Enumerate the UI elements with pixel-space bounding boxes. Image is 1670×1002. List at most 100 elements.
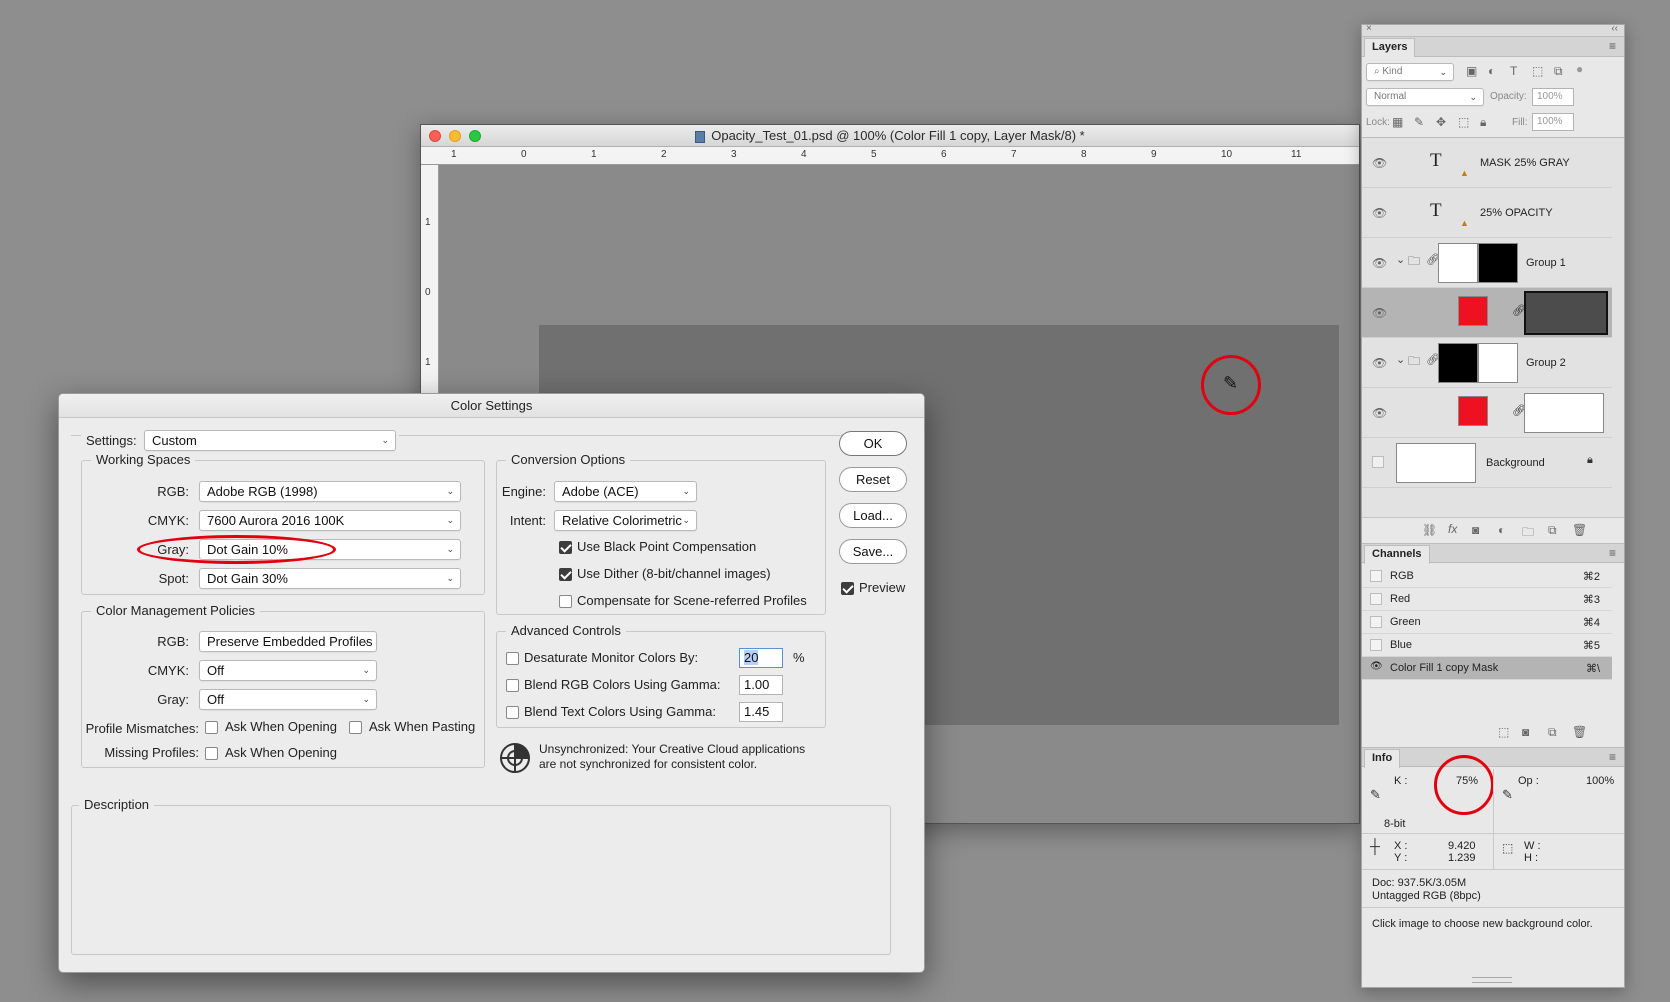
channel-row[interactable]: RGB ⌘2	[1362, 565, 1612, 588]
visibility-eye-icon[interactable]: 👁︎	[1372, 206, 1387, 220]
blend-mode-select[interactable]: Normal ⌄	[1366, 88, 1484, 106]
collapse-icon[interactable]: ‹‹	[1611, 25, 1618, 34]
visibility-eye-icon[interactable]: 👁︎	[1372, 156, 1387, 170]
visibility-eye-icon[interactable]: 👁︎	[1372, 306, 1387, 320]
shape-filter-icon[interactable]: ⬚	[1532, 64, 1543, 78]
lock-artboard-icon[interactable]: ⬚	[1458, 115, 1469, 129]
layer-row-selected[interactable]: 👁︎ 🔗︎	[1362, 288, 1612, 338]
ws-cmyk-value: 7600 Aurora 2016 100K	[207, 513, 345, 528]
ws-cmyk-select[interactable]: 7600 Aurora 2016 100K ⌄	[199, 510, 461, 531]
new-group-icon[interactable]: 🗀︎	[1522, 523, 1534, 544]
lock-position-icon[interactable]: ✥	[1436, 115, 1446, 129]
visibility-eye-icon[interactable]: 👁︎	[1372, 256, 1387, 270]
visibility-toggle[interactable]	[1370, 593, 1382, 605]
dither-checkbox[interactable]	[559, 568, 572, 581]
intent-select[interactable]: Relative Colorimetric ⌄	[554, 510, 697, 531]
visibility-eye-icon[interactable]: 👁︎	[1370, 662, 1383, 674]
pol-rgb-select[interactable]: Preserve Embedded Profiles ⌄	[199, 631, 377, 652]
close-button[interactable]	[429, 130, 441, 142]
channel-row[interactable]: Blue ⌘5	[1362, 634, 1612, 657]
layer-row[interactable]: 👁︎ ⌄ 🗀︎ 🔗︎ Group 1	[1362, 238, 1612, 288]
trash-icon[interactable]: 🗑︎	[1572, 523, 1587, 537]
missing-ask-when-opening-checkbox[interactable]	[205, 747, 218, 760]
blend-rgb-checkbox[interactable]	[506, 679, 519, 692]
tab-info[interactable]: Info	[1364, 749, 1401, 768]
adjustment-filter-icon[interactable]: ◐	[1488, 64, 1495, 78]
blend-rgb-input[interactable]: 1.00	[739, 675, 783, 695]
chevron-down-icon[interactable]: ⌄	[1396, 353, 1405, 366]
desaturate-input[interactable]: 20	[739, 648, 783, 668]
visibility-toggle[interactable]	[1370, 639, 1382, 651]
channel-row-selected[interactable]: 👁︎ Color Fill 1 copy Mask ⌘\	[1362, 657, 1612, 680]
save-button[interactable]: Save...	[839, 539, 907, 564]
tab-layers[interactable]: Layers	[1364, 38, 1416, 57]
blend-text-input[interactable]: 1.45	[739, 702, 783, 722]
lock-all-icon[interactable]: 🔒︎	[1480, 115, 1486, 130]
ws-rgb-select[interactable]: Adobe RGB (1998) ⌄	[199, 481, 461, 502]
minimize-button[interactable]	[449, 130, 461, 142]
visibility-toggle[interactable]	[1370, 616, 1382, 628]
channel-row[interactable]: Green ⌘4	[1362, 611, 1612, 634]
fill-input[interactable]: 100%	[1532, 113, 1574, 131]
smart-object-filter-icon[interactable]: ⧉	[1554, 64, 1563, 79]
fill-label: Fill:	[1512, 117, 1528, 128]
pol-cmyk-select[interactable]: Off ⌄	[199, 660, 377, 681]
ask-when-pasting-checkbox[interactable]	[349, 721, 362, 734]
zoom-button[interactable]	[469, 130, 481, 142]
filter-toggle-icon[interactable]: ●	[1576, 62, 1583, 76]
ws-spot-select[interactable]: Dot Gain 30% ⌄	[199, 568, 461, 589]
load-selection-icon[interactable]: ⬚	[1498, 725, 1509, 739]
layer-row[interactable]: 👁︎ T ▲ 25% OPACITY	[1362, 188, 1612, 238]
blend-text-checkbox[interactable]	[506, 706, 519, 719]
channel-row[interactable]: Red ⌘3	[1362, 588, 1612, 611]
chevron-down-icon: ⌄	[446, 544, 454, 554]
scene-referred-checkbox[interactable]	[559, 595, 572, 608]
reset-button[interactable]: Reset	[839, 467, 907, 492]
ok-button[interactable]: OK	[839, 431, 907, 456]
ask-when-opening-checkbox[interactable]	[205, 721, 218, 734]
link-layers-icon[interactable]: ⛓︎	[1422, 523, 1437, 537]
chevron-down-icon[interactable]: ⌄	[1396, 253, 1405, 266]
visibility-toggle[interactable]	[1372, 456, 1384, 468]
close-icon[interactable]: ×	[1366, 25, 1372, 34]
pol-gray-select[interactable]: Off ⌄	[199, 689, 377, 710]
layer-row[interactable]: 👁︎ T ▲ MASK 25% GRAY	[1362, 138, 1612, 188]
preview-checkbox[interactable]	[841, 582, 854, 595]
layer-row[interactable]: Background 🔒︎	[1362, 438, 1612, 488]
opacity-input[interactable]: 100%	[1532, 88, 1574, 106]
horizontal-ruler[interactable]: 1 0 1 2 3 4 5 6 7 8 9 10 11	[421, 147, 1359, 165]
engine-value: Adobe (ACE)	[562, 484, 639, 499]
kind-filter-select[interactable]: ⌕ Kind ⌄	[1366, 63, 1454, 81]
visibility-eye-icon[interactable]: 👁︎	[1372, 356, 1387, 370]
layer-row[interactable]: 👁︎ 🔗︎	[1362, 388, 1612, 438]
tab-channels[interactable]: Channels	[1364, 545, 1430, 564]
advanced-title: Advanced Controls	[506, 623, 626, 638]
visibility-eye-icon[interactable]: 👁︎	[1372, 406, 1387, 420]
channel-shortcut: ⌘2	[1582, 571, 1600, 583]
layer-row[interactable]: 👁︎ ⌄ 🗀︎ 🔗︎ Group 2	[1362, 338, 1612, 388]
adjustment-layer-icon[interactable]: ◐	[1498, 523, 1505, 537]
image-filter-icon[interactable]: ▣	[1466, 64, 1477, 78]
lock-transparency-icon[interactable]: ▦	[1392, 115, 1403, 129]
lock-pixels-icon[interactable]: ✎	[1414, 115, 1424, 129]
dither-label: Use Dither (8-bit/channel images)	[577, 566, 771, 581]
save-selection-icon[interactable]: ◙	[1522, 725, 1529, 739]
working-spaces-title: Working Spaces	[91, 452, 196, 467]
black-point-checkbox[interactable]	[559, 541, 572, 554]
type-filter-icon[interactable]: T	[1510, 64, 1517, 78]
panel-menu-icon[interactable]: ≡	[1609, 546, 1616, 560]
visibility-toggle[interactable]	[1370, 570, 1382, 582]
desaturate-checkbox[interactable]	[506, 652, 519, 665]
panel-menu-icon[interactable]: ≡	[1609, 750, 1616, 764]
load-button[interactable]: Load...	[839, 503, 907, 528]
chevron-down-icon: ⌄	[682, 515, 690, 525]
engine-select[interactable]: Adobe (ACE) ⌄	[554, 481, 697, 502]
panel-menu-icon[interactable]: ≡	[1609, 39, 1616, 53]
resize-grip[interactable]	[1472, 977, 1512, 983]
new-channel-icon[interactable]: ⧉	[1548, 725, 1557, 740]
trash-icon[interactable]: 🗑︎	[1572, 725, 1587, 739]
add-mask-icon[interactable]: ◙	[1472, 523, 1479, 537]
fx-icon[interactable]: fx	[1448, 522, 1457, 536]
settings-select[interactable]: Custom ⌄	[144, 430, 396, 451]
new-layer-icon[interactable]: ⧉	[1548, 523, 1557, 538]
